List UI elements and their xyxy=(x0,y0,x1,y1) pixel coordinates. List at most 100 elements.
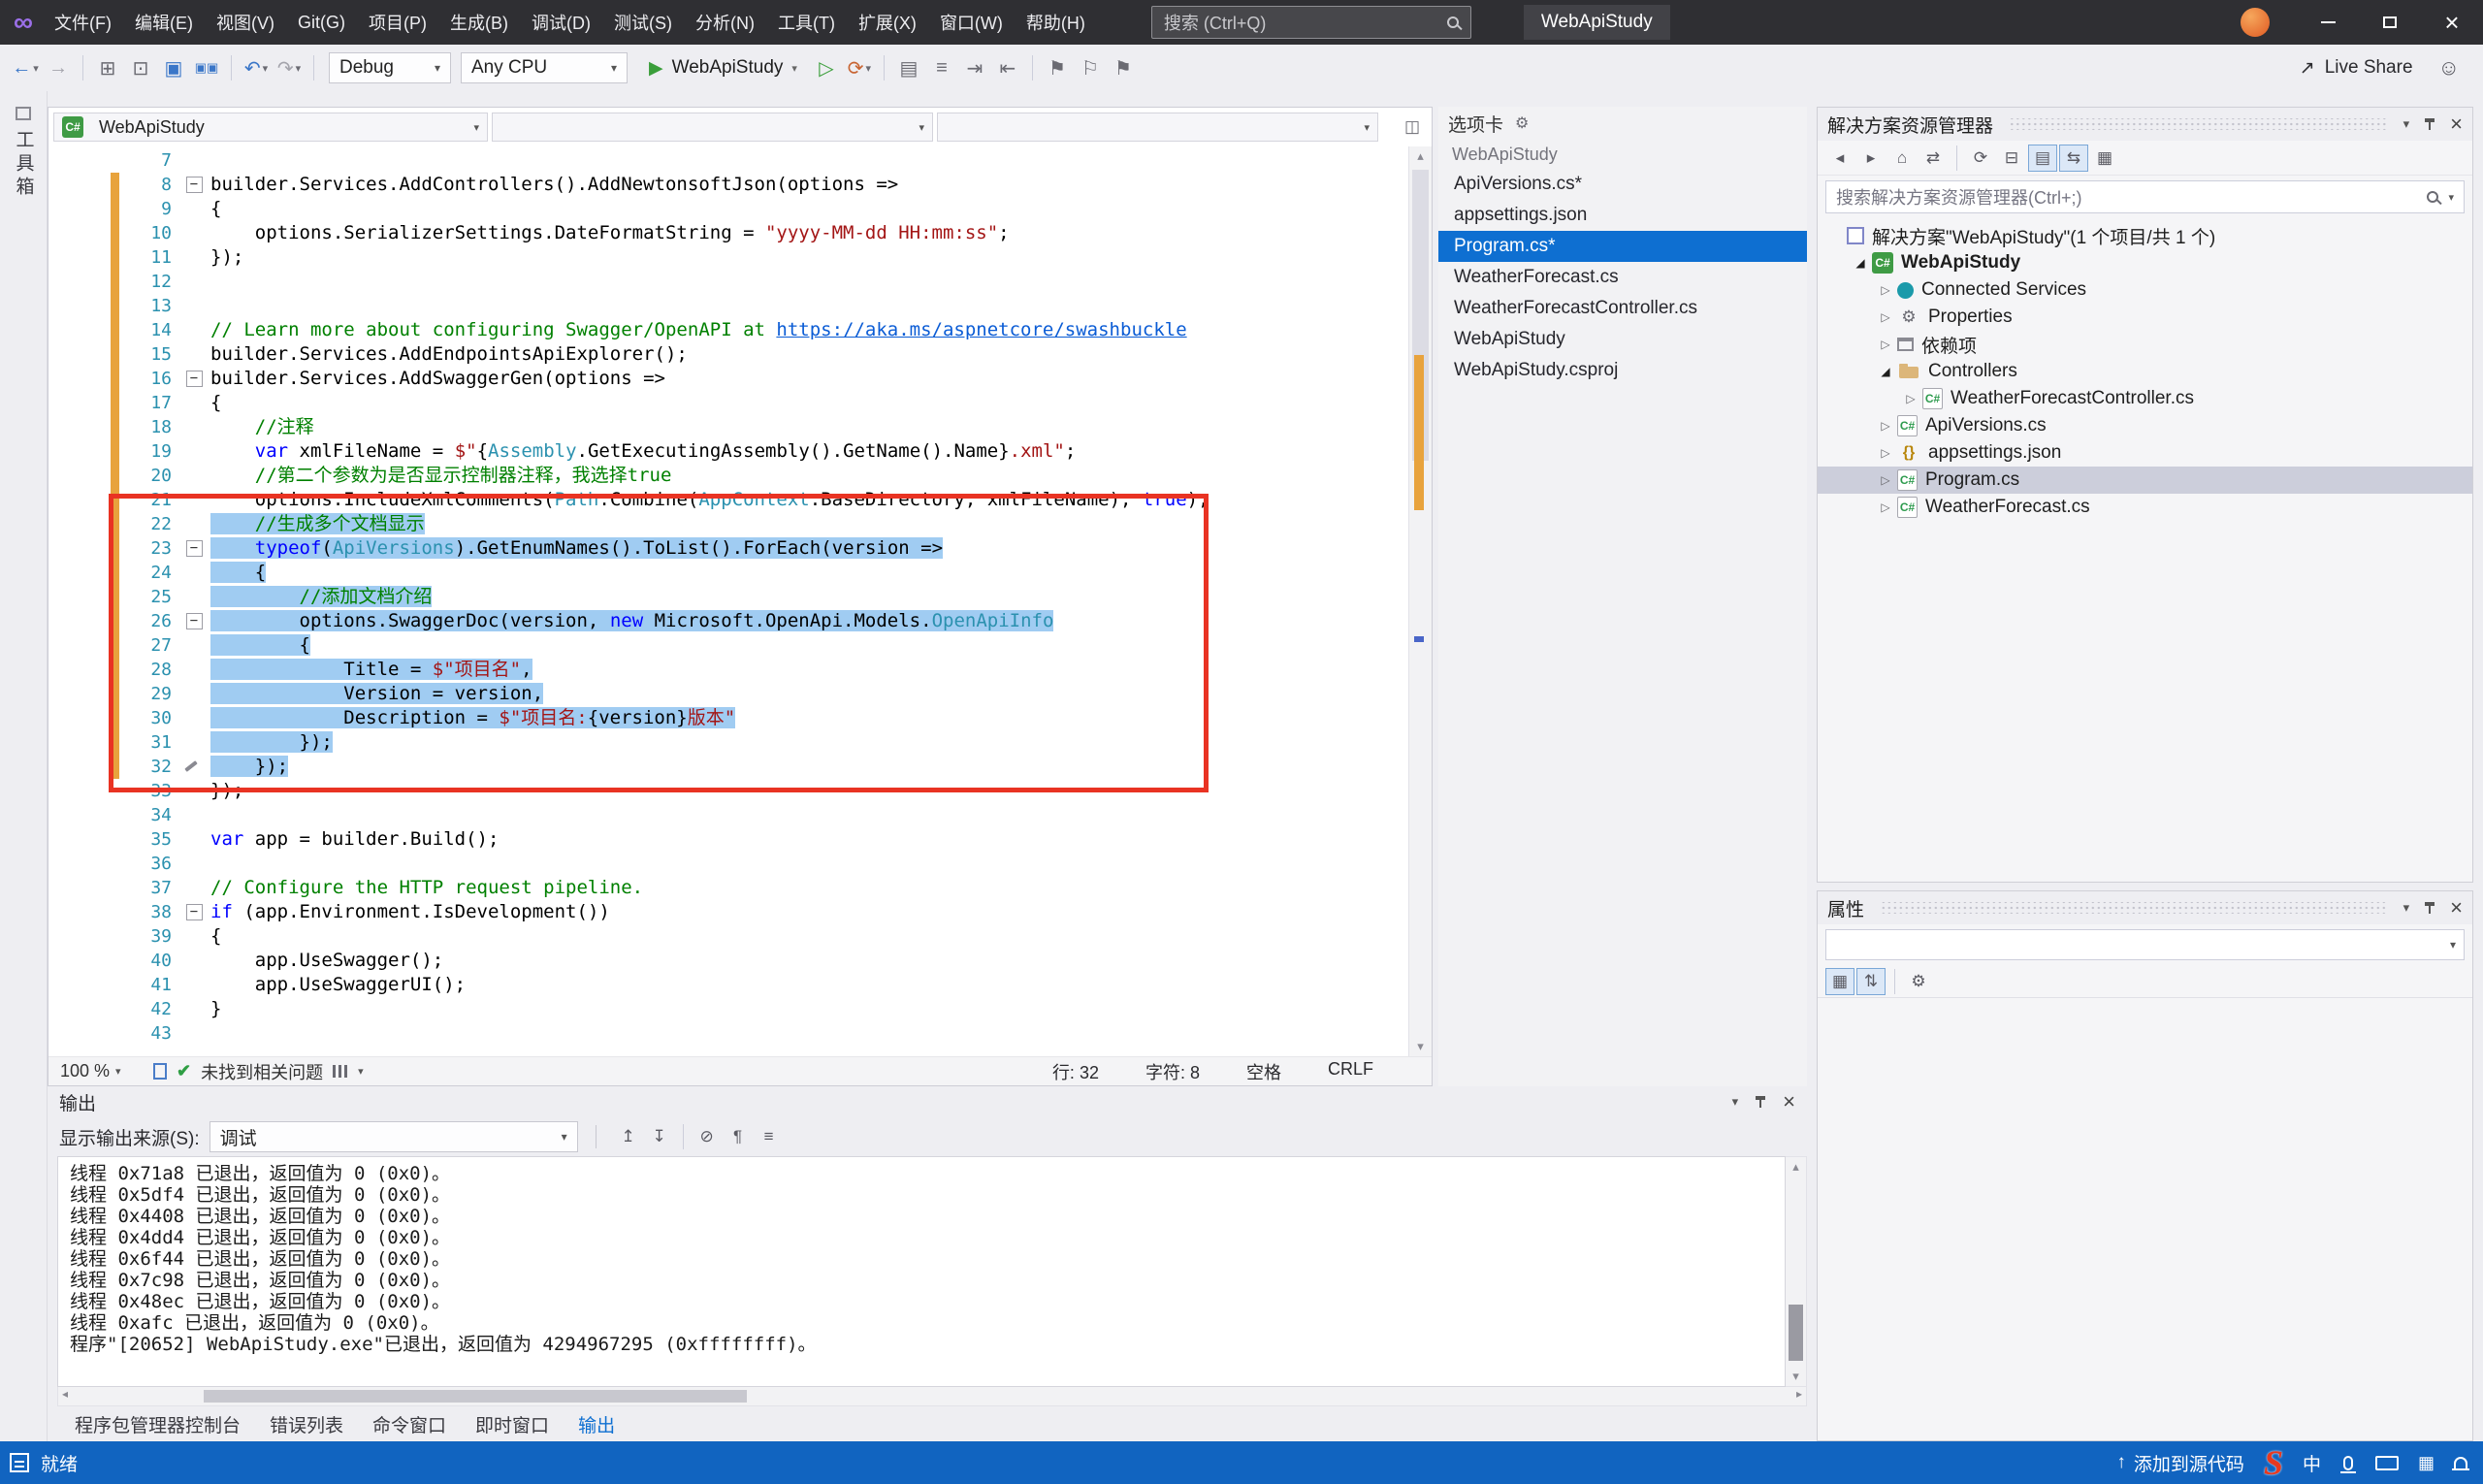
code-cleanup-icon[interactable] xyxy=(333,1065,348,1078)
code-line[interactable]: 19 var xmlFileName = $"{Assembly.GetExec… xyxy=(48,439,1408,464)
menu-item[interactable]: 编辑(E) xyxy=(123,0,205,45)
code-line[interactable]: 16−builder.Services.AddSwaggerGen(option… xyxy=(48,367,1408,391)
zoom-dropdown[interactable]: 100 % ▾ xyxy=(60,1061,144,1081)
tree-item[interactable]: ▷依赖项 xyxy=(1818,331,2472,358)
indicator-margin[interactable] xyxy=(48,439,111,464)
expand-arrow-icon[interactable]: ▷ xyxy=(1874,310,1897,324)
doc-tab[interactable]: WeatherForecastController.cs xyxy=(1438,293,1807,324)
menu-item[interactable]: 测试(S) xyxy=(602,0,684,45)
code-line[interactable]: 42} xyxy=(48,997,1408,1021)
start-without-debugging-icon[interactable]: ▷ xyxy=(811,51,842,84)
solution-search-box[interactable]: 搜索解决方案资源管理器(Ctrl+;) ▾ xyxy=(1825,180,2465,213)
live-share-button[interactable]: ↗ Live Share xyxy=(2300,57,2413,80)
indicator-margin[interactable] xyxy=(48,561,111,585)
comment-lines-icon[interactable]: ≡ xyxy=(926,51,957,84)
split-window-button[interactable]: ◫ xyxy=(1398,113,1427,141)
code-line[interactable]: 24 { xyxy=(48,561,1408,585)
code-line[interactable]: 32 }); xyxy=(48,755,1408,779)
code-line[interactable]: 17{ xyxy=(48,391,1408,415)
indicator-margin[interactable] xyxy=(48,318,111,342)
tree-item[interactable]: ▷{}appsettings.json xyxy=(1818,439,2472,467)
undo-icon[interactable]: ↶▾ xyxy=(241,51,272,84)
save-icon[interactable]: ▣ xyxy=(158,51,189,84)
configuration-dropdown[interactable]: Debug▾ xyxy=(329,52,451,83)
tree-item[interactable]: 解决方案"WebApiStudy"(1 个项目/共 1 个) xyxy=(1818,222,2472,249)
code-line[interactable]: 11}); xyxy=(48,245,1408,270)
output-text[interactable]: 线程 0x71a8 已退出，返回值为 0 (0x0)。线程 0x5df4 已退出… xyxy=(57,1156,1786,1387)
fold-toggle-icon[interactable]: − xyxy=(186,371,203,387)
tree-item[interactable]: ◢C#WebApiStudy xyxy=(1818,249,2472,276)
home-icon[interactable]: ⌂ xyxy=(1887,145,1917,172)
code-line[interactable]: 26− options.SwaggerDoc(version, new Micr… xyxy=(48,609,1408,633)
indicator-margin[interactable] xyxy=(48,270,111,294)
find-in-files-icon[interactable]: ▤ xyxy=(893,51,924,84)
show-all-files-icon[interactable]: ▤ xyxy=(2028,145,2057,172)
sync-with-active-document-icon[interactable]: ⇆ xyxy=(2059,145,2088,172)
indicator-margin[interactable] xyxy=(48,197,111,221)
menu-item[interactable]: 窗口(W) xyxy=(928,0,1015,45)
open-file-icon[interactable]: ⊡ xyxy=(125,51,156,84)
categorized-icon[interactable]: ▦ xyxy=(1825,968,1854,995)
code-line[interactable]: 13 xyxy=(48,294,1408,318)
scroll-right-icon[interactable]: ▸ xyxy=(1796,1387,1802,1401)
pin-icon[interactable] xyxy=(2423,116,2436,132)
tool-window-tab[interactable]: 程序包管理器控制台 xyxy=(61,1406,254,1441)
start-debugging-button[interactable]: ▶ WebApiStudy ▾ xyxy=(637,51,809,84)
code-line[interactable]: 21 options.IncludeXmlComments(Path.Combi… xyxy=(48,488,1408,512)
code-line[interactable]: 31 }); xyxy=(48,730,1408,755)
previous-message-icon[interactable]: ↥ xyxy=(614,1123,643,1150)
tree-item[interactable]: ▷C#Program.cs xyxy=(1818,467,2472,494)
code-line[interactable]: 30 Description = $"项目名:{version}版本" xyxy=(48,706,1408,730)
line-indicator[interactable]: 行: 32 xyxy=(1052,1059,1099,1084)
property-pages-icon[interactable]: ⚙ xyxy=(1904,968,1933,995)
expand-arrow-icon[interactable]: ▷ xyxy=(1874,446,1897,460)
code-line[interactable]: 14// Learn more about configuring Swagge… xyxy=(48,318,1408,342)
code-area[interactable]: 78−builder.Services.AddControllers().Add… xyxy=(48,146,1432,1056)
code-line[interactable]: 23− typeof(ApiVersions).GetEnumNames().T… xyxy=(48,536,1408,561)
menu-item[interactable]: 视图(V) xyxy=(205,0,286,45)
code-line[interactable]: 18 //注释 xyxy=(48,415,1408,439)
scroll-up-icon[interactable]: ▴ xyxy=(1786,1159,1806,1175)
menu-item[interactable]: 文件(F) xyxy=(43,0,123,45)
drag-handle[interactable] xyxy=(2009,118,2388,130)
indicator-margin[interactable] xyxy=(48,633,111,658)
account-avatar[interactable] xyxy=(2241,8,2270,37)
tree-item[interactable]: ◢Controllers xyxy=(1818,358,2472,385)
output-source-dropdown[interactable]: 调试 ▾ xyxy=(210,1121,578,1152)
indicator-margin[interactable] xyxy=(48,512,111,536)
indicator-margin[interactable] xyxy=(48,706,111,730)
hot-reload-icon[interactable]: ⟳▾ xyxy=(844,51,875,84)
doc-tab[interactable]: WeatherForecast.cs xyxy=(1438,262,1807,293)
expand-arrow-icon[interactable]: ▷ xyxy=(1899,392,1922,405)
indicator-margin[interactable] xyxy=(48,294,111,318)
problems-status[interactable]: 未找到相关问题 xyxy=(201,1059,323,1084)
code-line[interactable]: 7 xyxy=(48,148,1408,173)
indicator-margin[interactable] xyxy=(48,173,111,197)
indicator-margin[interactable] xyxy=(48,803,111,827)
doc-tab[interactable]: WebApiStudy xyxy=(1438,324,1807,355)
menu-item[interactable]: 扩展(X) xyxy=(847,0,928,45)
close-button[interactable]: × xyxy=(2421,0,2483,45)
pin-icon[interactable] xyxy=(1754,1094,1767,1110)
code-line[interactable]: 39{ xyxy=(48,924,1408,949)
indicator-margin[interactable] xyxy=(48,342,111,367)
menu-item[interactable]: 帮助(H) xyxy=(1015,0,1097,45)
preview-selected-items-icon[interactable]: ▦ xyxy=(2090,145,2119,172)
ime-indicator[interactable]: 中 xyxy=(2303,1450,2321,1476)
navigate-back-icon[interactable]: ←▾ xyxy=(10,51,41,84)
code-line[interactable]: 33}); xyxy=(48,779,1408,803)
indicator-margin[interactable] xyxy=(48,148,111,173)
scrollbar-thumb[interactable] xyxy=(204,1390,747,1403)
indentation-indicator[interactable]: 空格 xyxy=(1246,1059,1281,1084)
code-line[interactable]: 28 Title = $"项目名", xyxy=(48,658,1408,682)
indicator-margin[interactable] xyxy=(48,391,111,415)
column-indicator[interactable]: 字符: 8 xyxy=(1145,1059,1200,1084)
expand-arrow-icon[interactable]: ▷ xyxy=(1874,283,1897,297)
tool-window-tab[interactable]: 输出 xyxy=(564,1406,629,1441)
chevron-down-icon[interactable]: ▾ xyxy=(2448,191,2454,204)
scrollbar-thumb[interactable] xyxy=(1789,1305,1803,1361)
nav-member-dropdown[interactable]: ▾ xyxy=(937,113,1378,142)
document-health-icon[interactable] xyxy=(153,1063,167,1080)
code-line[interactable]: 15builder.Services.AddEndpointsApiExplor… xyxy=(48,342,1408,367)
code-line[interactable]: 35var app = builder.Build(); xyxy=(48,827,1408,852)
